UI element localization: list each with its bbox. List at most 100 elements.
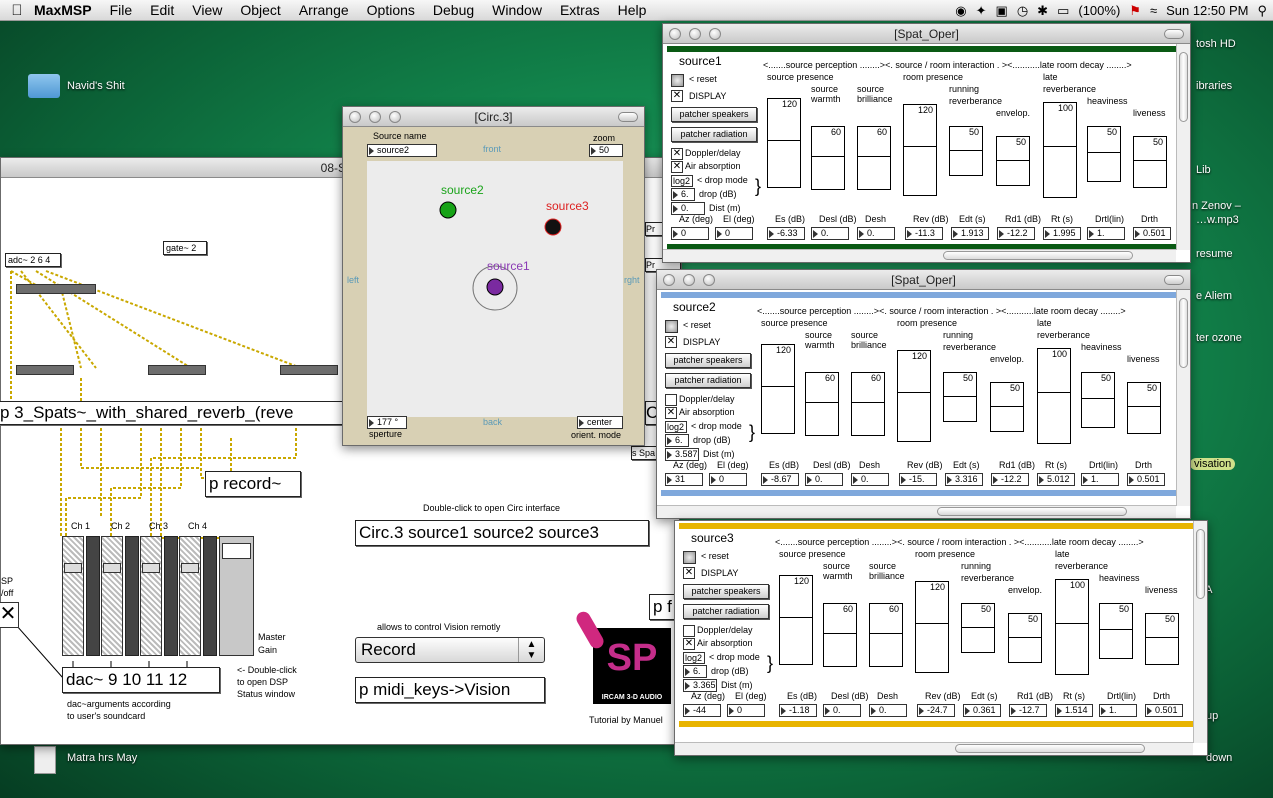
desktop-folder-label[interactable]: Navid's Shit [67,80,125,92]
parameter-slider[interactable]: 50 [1099,603,1133,659]
air-absorption-toggle[interactable]: ✕ [683,638,695,650]
parameter-number-box[interactable]: 0 [671,227,709,240]
parameter-number-box[interactable]: 0.501 [1145,704,1183,717]
orient-mode-field[interactable]: center [577,416,623,429]
parameter-number-box[interactable]: 0. [811,227,849,240]
parameter-number-box[interactable]: -24.7 [917,704,955,717]
parameter-slider[interactable]: 50 [1087,126,1121,182]
parameter-number-box[interactable]: 0. [857,227,895,240]
close-button[interactable] [349,111,361,123]
parameter-number-box[interactable]: 0. [851,473,889,486]
parameter-slider[interactable]: 50 [1127,382,1161,434]
parameter-slider[interactable]: 50 [943,372,977,422]
apple-menu-icon[interactable]:  [0,2,34,19]
zoom-button[interactable] [703,274,715,286]
parameter-slider[interactable]: 50 [1145,613,1179,665]
vertical-scrollbar[interactable] [1193,521,1207,743]
doppler-toggle[interactable]: ✕ [671,148,683,160]
parameter-slider[interactable]: 120 [779,575,813,665]
channel-fader[interactable] [101,536,123,656]
folder-icon[interactable] [28,74,60,98]
parameter-slider[interactable]: 60 [823,603,857,667]
parameter-number-box[interactable]: -12.7 [1009,704,1047,717]
parameter-slider[interactable]: 120 [767,98,801,188]
menu-view[interactable]: View [192,2,222,18]
parameter-number-box[interactable]: 1.514 [1055,704,1093,717]
menu-help[interactable]: Help [618,2,647,18]
close-button[interactable] [669,28,681,40]
parameter-number-box[interactable]: 0. [823,704,861,717]
parameter-slider[interactable]: 50 [1008,613,1042,663]
parameter-slider[interactable]: 120 [897,350,931,442]
parameter-slider[interactable]: 100 [1055,579,1089,675]
parameter-number-box[interactable]: 1. [1099,704,1137,717]
parameter-slider[interactable]: 50 [996,136,1030,186]
parameter-number-box[interactable]: 0 [709,473,747,486]
parameter-number-box[interactable]: 0. [805,473,843,486]
zoom-button[interactable] [389,111,401,123]
patcher-radiation-button[interactable]: patcher radiation [683,604,769,619]
parameter-number-box[interactable]: 0. [869,704,907,717]
doppler-toggle[interactable] [665,394,677,406]
parameter-number-box[interactable]: 0.361 [963,704,1001,717]
toolbar-toggle[interactable] [618,112,638,122]
parameter-number-box[interactable]: 5.012 [1037,473,1075,486]
menu-file[interactable]: File [110,2,133,18]
parameter-slider[interactable]: 60 [857,126,891,190]
parameter-slider[interactable]: 120 [903,104,937,196]
parameter-number-box[interactable]: 0.501 [1133,227,1171,240]
desktop-file-label[interactable]: Matra hrs May [67,752,137,764]
clock[interactable]: Sun 12:50 PM [1166,3,1248,18]
display-toggle[interactable]: ✕ [683,567,695,579]
document-icon[interactable] [34,746,56,774]
menu-extras[interactable]: Extras [560,2,600,18]
minimize-button[interactable] [689,28,701,40]
spats-subpatcher[interactable]: p 3_Spats~_with_shared_reverb_(reve [0,401,345,425]
channel-fader[interactable] [179,536,201,656]
aperture-field[interactable]: 177 ° [367,416,407,429]
spat-titlebar[interactable]: [Spat_Oper] [663,24,1190,44]
circ-space-view[interactable]: source2 source3 source1 [367,161,623,417]
parameter-number-box[interactable]: 1. [1087,227,1125,240]
toolbar-toggle[interactable] [1164,275,1184,285]
channel-fader[interactable] [140,536,162,656]
parameter-slider[interactable]: 50 [961,603,995,653]
parameter-number-box[interactable]: -8.67 [761,473,799,486]
parameter-slider[interactable]: 60 [869,603,903,667]
parameter-number-box[interactable]: -44 [683,704,721,717]
horizontal-scrollbar[interactable] [675,742,1193,755]
parameter-number-box[interactable]: -11.3 [905,227,943,240]
record-subpatcher[interactable]: p record~ [205,471,301,497]
drop-mode-menu[interactable]: log2 [683,652,705,664]
source-name-field[interactable]: source2 [367,144,437,157]
parameter-number-box[interactable]: 1. [1081,473,1119,486]
drop-db-field[interactable]: 6. [683,665,707,678]
parameter-slider[interactable]: 50 [1133,136,1167,188]
patcher-radiation-button[interactable]: patcher radiation [671,127,757,142]
record-menu[interactable]: Record ▲ ▼ [355,637,545,663]
parameter-number-box[interactable]: 0 [715,227,753,240]
parameter-slider[interactable]: 50 [949,126,983,176]
parameter-slider[interactable]: 100 [1043,102,1077,198]
vertical-scrollbar[interactable] [1176,44,1190,250]
battery-icon[interactable]: ▭ [1057,3,1069,19]
drop-mode-menu[interactable]: log2 [665,421,687,433]
quicksilver-icon[interactable]: ◉ [955,3,966,19]
parameter-slider[interactable]: 50 [990,382,1024,432]
minimize-button[interactable] [683,274,695,286]
horizontal-scrollbar[interactable] [663,249,1176,262]
circ-titlebar[interactable]: [Circ.3] [343,107,644,127]
menu-debug[interactable]: Debug [433,2,474,18]
air-absorption-toggle[interactable]: ✕ [671,161,683,173]
close-button[interactable] [663,274,675,286]
gate-object[interactable]: gate~ 2 [163,241,207,255]
parameter-slider[interactable]: 100 [1037,348,1071,444]
patcher-speakers-button[interactable]: patcher speakers [665,353,751,368]
parameter-slider[interactable]: 50 [1081,372,1115,428]
parameter-number-box[interactable]: 3.316 [945,473,983,486]
parameter-number-box[interactable]: -15. [899,473,937,486]
spat-titlebar[interactable]: [Spat_Oper] [657,270,1190,290]
minimize-button[interactable] [369,111,381,123]
menu-arrange[interactable]: Arrange [299,2,349,18]
spotlight-icon[interactable]: ⚲ [1257,3,1267,19]
